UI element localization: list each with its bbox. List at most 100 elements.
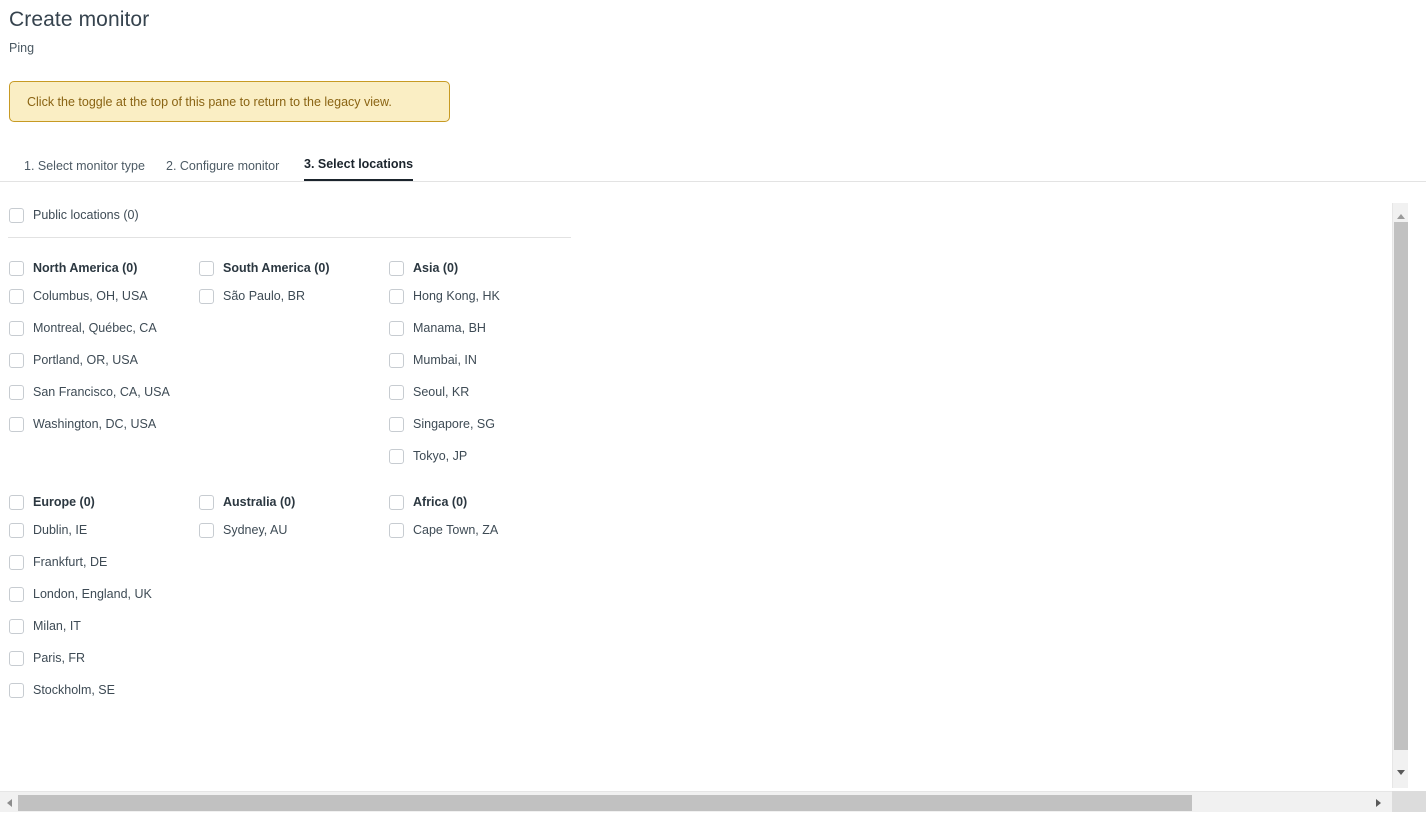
- location-label[interactable]: São Paulo, BR: [214, 289, 305, 303]
- location-label[interactable]: Mumbai, IN: [404, 353, 477, 367]
- region-header-row[interactable]: North America (0): [9, 260, 170, 276]
- region-header-row[interactable]: Asia (0): [389, 260, 500, 276]
- vertical-scrollbar[interactable]: [1392, 203, 1408, 788]
- scroll-right-button[interactable]: [1371, 795, 1386, 810]
- location-label[interactable]: London, England, UK: [24, 587, 152, 601]
- location-row[interactable]: Washington, DC, USA: [9, 416, 170, 432]
- region-column: North America (0) Columbus, OH, USA Montre…: [9, 260, 170, 448]
- location-label[interactable]: Portland, OR, USA: [24, 353, 138, 367]
- region-header-row[interactable]: Europe (0): [9, 494, 152, 510]
- location-checkbox[interactable]: [199, 522, 214, 538]
- location-label[interactable]: Singapore, SG: [404, 417, 495, 431]
- region-label[interactable]: South America (0): [214, 261, 330, 275]
- location-checkbox[interactable]: [389, 522, 404, 538]
- location-label[interactable]: Milan, IT: [24, 619, 81, 633]
- location-checkbox[interactable]: [389, 320, 404, 336]
- location-checkbox[interactable]: [9, 522, 24, 538]
- location-label[interactable]: San Francisco, CA, USA: [24, 385, 170, 399]
- region-checkbox[interactable]: [9, 260, 24, 276]
- triangle-up-icon: [1396, 214, 1405, 219]
- scroll-left-button[interactable]: [2, 795, 17, 810]
- location-row[interactable]: Seoul, KR: [389, 384, 500, 400]
- location-row[interactable]: Sydney, AU: [199, 522, 295, 538]
- horizontal-scrollbar[interactable]: [0, 791, 1392, 812]
- location-row[interactable]: Stockholm, SE: [9, 682, 152, 698]
- location-checkbox[interactable]: [389, 448, 404, 464]
- location-label[interactable]: Washington, DC, USA: [24, 417, 156, 431]
- location-row[interactable]: Montreal, Québec, CA: [9, 320, 170, 336]
- location-checkbox[interactable]: [199, 288, 214, 304]
- location-checkbox[interactable]: [9, 650, 24, 666]
- region-column: Asia (0) Hong Kong, HK Manama, BH Mumbai, I…: [389, 260, 500, 480]
- location-label[interactable]: Dublin, IE: [24, 523, 87, 537]
- location-row[interactable]: Frankfurt, DE: [9, 554, 152, 570]
- region-header-row[interactable]: South America (0): [199, 260, 330, 276]
- location-row[interactable]: London, England, UK: [9, 586, 152, 602]
- location-checkbox[interactable]: [9, 320, 24, 336]
- location-row[interactable]: Tokyo, JP: [389, 448, 500, 464]
- location-row[interactable]: Singapore, SG: [389, 416, 500, 432]
- location-checkbox[interactable]: [389, 288, 404, 304]
- tab-select-locations[interactable]: 3. Select locations: [304, 157, 414, 181]
- location-row[interactable]: Portland, OR, USA: [9, 352, 170, 368]
- region-header-row[interactable]: Australia (0): [199, 494, 295, 510]
- location-checkbox[interactable]: [9, 554, 24, 570]
- location-row[interactable]: Cape Town, ZA: [389, 522, 498, 538]
- region-checkbox[interactable]: [389, 494, 404, 510]
- location-checkbox[interactable]: [389, 416, 404, 432]
- region-header-row[interactable]: Africa (0): [389, 494, 498, 510]
- location-checkbox[interactable]: [9, 288, 24, 304]
- location-label[interactable]: Paris, FR: [24, 651, 85, 665]
- legacy-view-warning-banner: Click the toggle at the top of this pane…: [9, 81, 450, 122]
- wizard-tabs: 1. Select monitor type 2. Configure moni…: [0, 150, 1426, 182]
- monitor-type-subtitle: Ping: [9, 41, 35, 55]
- location-checkbox[interactable]: [9, 586, 24, 602]
- location-row[interactable]: Hong Kong, HK: [389, 288, 500, 304]
- location-checkbox[interactable]: [389, 352, 404, 368]
- location-label[interactable]: Tokyo, JP: [404, 449, 467, 463]
- region-checkbox[interactable]: [389, 260, 404, 276]
- region-checkbox[interactable]: [199, 494, 214, 510]
- location-label[interactable]: Columbus, OH, USA: [24, 289, 148, 303]
- location-label[interactable]: Sydney, AU: [214, 523, 287, 537]
- location-row[interactable]: San Francisco, CA, USA: [9, 384, 170, 400]
- location-row[interactable]: Columbus, OH, USA: [9, 288, 170, 304]
- location-checkbox[interactable]: [9, 416, 24, 432]
- location-label[interactable]: Cape Town, ZA: [404, 523, 498, 537]
- location-checkbox[interactable]: [9, 682, 24, 698]
- region-checkbox[interactable]: [199, 260, 214, 276]
- location-row[interactable]: Dublin, IE: [9, 522, 152, 538]
- region-label[interactable]: Europe (0): [24, 495, 95, 509]
- location-label[interactable]: Manama, BH: [404, 321, 486, 335]
- location-row[interactable]: São Paulo, BR: [199, 288, 330, 304]
- region-label[interactable]: Africa (0): [404, 495, 467, 509]
- location-label[interactable]: Montreal, Québec, CA: [24, 321, 157, 335]
- location-label[interactable]: Stockholm, SE: [24, 683, 115, 697]
- legacy-view-warning-text: Click the toggle at the top of this pane…: [27, 94, 392, 109]
- location-row[interactable]: Mumbai, IN: [389, 352, 500, 368]
- location-checkbox[interactable]: [389, 384, 404, 400]
- location-row[interactable]: Milan, IT: [9, 618, 152, 634]
- location-label[interactable]: Seoul, KR: [404, 385, 469, 399]
- tab-select-monitor-type[interactable]: 1. Select monitor type: [24, 159, 145, 181]
- location-checkbox[interactable]: [9, 352, 24, 368]
- location-row[interactable]: Manama, BH: [389, 320, 500, 336]
- region-column: Africa (0) Cape Town, ZA: [389, 494, 498, 554]
- vertical-scrollbar-thumb[interactable]: [1394, 222, 1408, 750]
- tab-configure-monitor[interactable]: 2. Configure monitor: [166, 159, 279, 181]
- location-row[interactable]: Paris, FR: [9, 650, 152, 666]
- location-checkbox[interactable]: [9, 618, 24, 634]
- region-label[interactable]: Asia (0): [404, 261, 458, 275]
- horizontal-scrollbar-thumb[interactable]: [18, 795, 1192, 811]
- create-monitor-page: Create monitor Ping Click the toggle at …: [0, 0, 1426, 824]
- location-label[interactable]: Hong Kong, HK: [404, 289, 500, 303]
- page-title: Create monitor: [9, 8, 150, 31]
- region-column: Australia (0) Sydney, AU: [199, 494, 295, 554]
- region-checkbox[interactable]: [9, 494, 24, 510]
- region-label[interactable]: North America (0): [24, 261, 137, 275]
- location-label[interactable]: Frankfurt, DE: [24, 555, 107, 569]
- scroll-down-button[interactable]: [1393, 765, 1408, 780]
- location-checkbox[interactable]: [9, 384, 24, 400]
- triangle-left-icon: [7, 798, 12, 807]
- region-label[interactable]: Australia (0): [214, 495, 295, 509]
